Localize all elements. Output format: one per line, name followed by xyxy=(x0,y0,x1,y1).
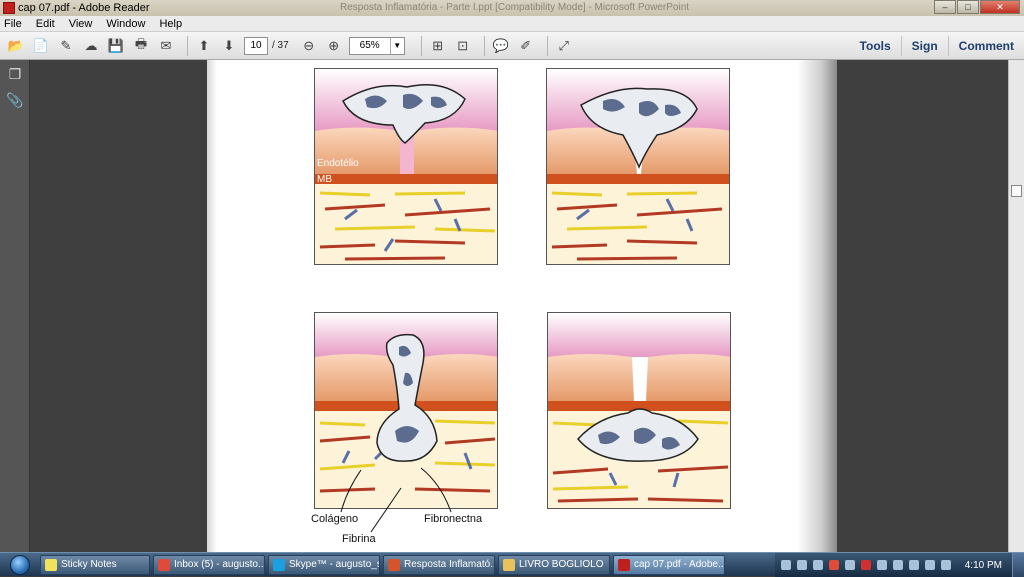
background-window-title: Resposta Inflamatória - Parte I.ppt [Com… xyxy=(340,2,690,13)
tray-icon[interactable] xyxy=(828,560,839,570)
task-label: LIVRO BOGLIOLO xyxy=(519,559,604,570)
previous-page-icon[interactable]: ⬆ xyxy=(194,36,214,56)
adobe-reader-icon xyxy=(618,558,630,571)
print-icon[interactable]: 🖶 xyxy=(131,36,151,56)
task-powerpoint[interactable]: Resposta Inflamató... xyxy=(383,554,495,575)
chevron-down-icon[interactable]: ▼ xyxy=(389,37,404,54)
page-number-input[interactable]: 10 xyxy=(244,36,268,55)
endotelio-label: Endotélio xyxy=(317,158,359,169)
network-icon[interactable] xyxy=(924,560,935,570)
comment-link[interactable]: Comment xyxy=(947,36,1024,56)
task-label: Sticky Notes xyxy=(61,559,117,570)
toolbar: 📂 📄 ✎ ☁ 💾 🖶 ✉ ⬆ ⬇ 10 / 37 ⊖ ⊕ 65% ▼ ⊞ ⊡ … xyxy=(0,32,1024,60)
tray-icon[interactable] xyxy=(780,560,791,570)
next-page-icon[interactable]: ⬇ xyxy=(219,36,239,56)
menu-window[interactable]: Window xyxy=(106,18,145,30)
chrome-icon xyxy=(158,558,170,571)
page-thumbnails-icon[interactable]: ❐ xyxy=(5,66,25,86)
toolbar-divider xyxy=(187,35,188,56)
comment-bubble-icon[interactable]: 💬 xyxy=(491,36,511,56)
system-tray: 4:10 PM xyxy=(774,553,1024,577)
title-bar: cap 07.pdf - Adobe Reader Resposta Infla… xyxy=(0,0,1024,16)
tools-link[interactable]: Tools xyxy=(850,36,901,56)
flag-icon[interactable] xyxy=(908,560,919,570)
menu-bar: File Edit View Window Help xyxy=(0,16,1024,32)
open-icon[interactable]: 📂 xyxy=(6,36,26,56)
fit-width-icon[interactable]: ⊡ xyxy=(453,36,473,56)
tray-icon[interactable] xyxy=(844,560,855,570)
diagram-cell-adhering xyxy=(547,69,729,264)
mb-label: MB xyxy=(317,174,332,185)
task-livro-bogliolo[interactable]: LIVRO BOGLIOLO xyxy=(498,554,610,575)
windows-logo-icon xyxy=(10,554,30,575)
tray-icon[interactable] xyxy=(876,560,887,570)
menu-file[interactable]: File xyxy=(4,18,22,30)
menu-help[interactable]: Help xyxy=(159,18,182,30)
navigation-pane: ❐ 📎 xyxy=(0,60,30,552)
toolbar-divider xyxy=(546,35,548,56)
figure-panel-4 xyxy=(547,312,731,509)
sticky-notes-icon xyxy=(45,558,57,571)
maximize-button[interactable]: □ xyxy=(957,0,979,14)
toolbar-divider xyxy=(420,35,422,56)
tray-icon[interactable] xyxy=(892,560,903,570)
minimize-button[interactable]: – xyxy=(934,0,956,14)
clock[interactable]: 4:10 PM xyxy=(965,560,1002,571)
page-shadow-right xyxy=(797,60,837,552)
window-title: cap 07.pdf - Adobe Reader xyxy=(18,2,150,14)
show-desktop-button[interactable] xyxy=(1012,553,1024,577)
page-shadow-left xyxy=(207,60,217,552)
windows-taskbar: Sticky Notes Inbox (5) - augusto... Skyp… xyxy=(0,552,1024,577)
scrollbar-thumb[interactable] xyxy=(1011,185,1022,197)
document-viewport[interactable]: Endotélio MB Colágeno Fibrina Fibronectn… xyxy=(30,60,1008,552)
task-label: Skype™ - augusto_s... xyxy=(289,559,379,570)
diagram-cell-in-tissue xyxy=(548,313,730,508)
save-icon[interactable]: 💾 xyxy=(106,36,126,56)
menu-view[interactable]: View xyxy=(69,18,93,30)
task-adobe-reader[interactable]: cap 07.pdf - Adobe... xyxy=(613,554,725,575)
highlight-icon[interactable]: ✐ xyxy=(516,36,536,56)
zoom-select[interactable]: 65% ▼ xyxy=(348,36,405,55)
edit-icon[interactable]: ✎ xyxy=(56,36,76,56)
email-icon[interactable]: ✉ xyxy=(156,36,176,56)
tray-icon[interactable] xyxy=(812,560,823,570)
attachments-icon[interactable]: 📎 xyxy=(5,92,25,112)
figure-panel-2 xyxy=(546,68,730,265)
tray-icon[interactable] xyxy=(796,560,807,570)
task-sticky-notes[interactable]: Sticky Notes xyxy=(40,554,150,575)
skype-icon xyxy=(273,558,285,571)
volume-icon[interactable] xyxy=(940,560,951,570)
vertical-scrollbar[interactable] xyxy=(1008,60,1024,552)
adobe-reader-icon xyxy=(3,2,15,14)
task-label: cap 07.pdf - Adobe... xyxy=(634,559,725,570)
menu-edit[interactable]: Edit xyxy=(36,18,55,30)
task-skype[interactable]: Skype™ - augusto_s... xyxy=(268,554,380,575)
task-inbox[interactable]: Inbox (5) - augusto... xyxy=(153,554,265,575)
full-screen-icon[interactable]: ⤢ xyxy=(554,36,574,56)
start-button[interactable] xyxy=(0,553,40,577)
folder-icon xyxy=(503,558,515,571)
label-leader-lines xyxy=(340,467,452,533)
diagram-cell-approaching: Endotélio MB xyxy=(315,69,497,264)
zoom-value: 65% xyxy=(359,40,380,51)
fit-page-icon[interactable]: ⊞ xyxy=(428,36,448,56)
zoom-in-icon[interactable]: ⊕ xyxy=(324,36,344,56)
task-label: Inbox (5) - augusto... xyxy=(174,559,265,570)
ati-icon[interactable] xyxy=(860,560,871,570)
upload-cloud-icon[interactable]: ☁ xyxy=(81,36,101,56)
page-total: / 37 xyxy=(272,40,289,51)
zoom-out-icon[interactable]: ⊖ xyxy=(299,36,319,56)
figure-panel-1: Endotélio MB xyxy=(314,68,498,265)
sign-link[interactable]: Sign xyxy=(900,36,948,56)
pdf-page: Endotélio MB Colágeno Fibrina Fibronectn… xyxy=(207,60,837,552)
task-label: Resposta Inflamató... xyxy=(404,559,495,570)
create-pdf-icon[interactable]: 📄 xyxy=(31,36,51,56)
powerpoint-icon xyxy=(388,558,400,571)
toolbar-divider xyxy=(483,35,485,56)
close-button[interactable]: ✕ xyxy=(980,0,1020,14)
